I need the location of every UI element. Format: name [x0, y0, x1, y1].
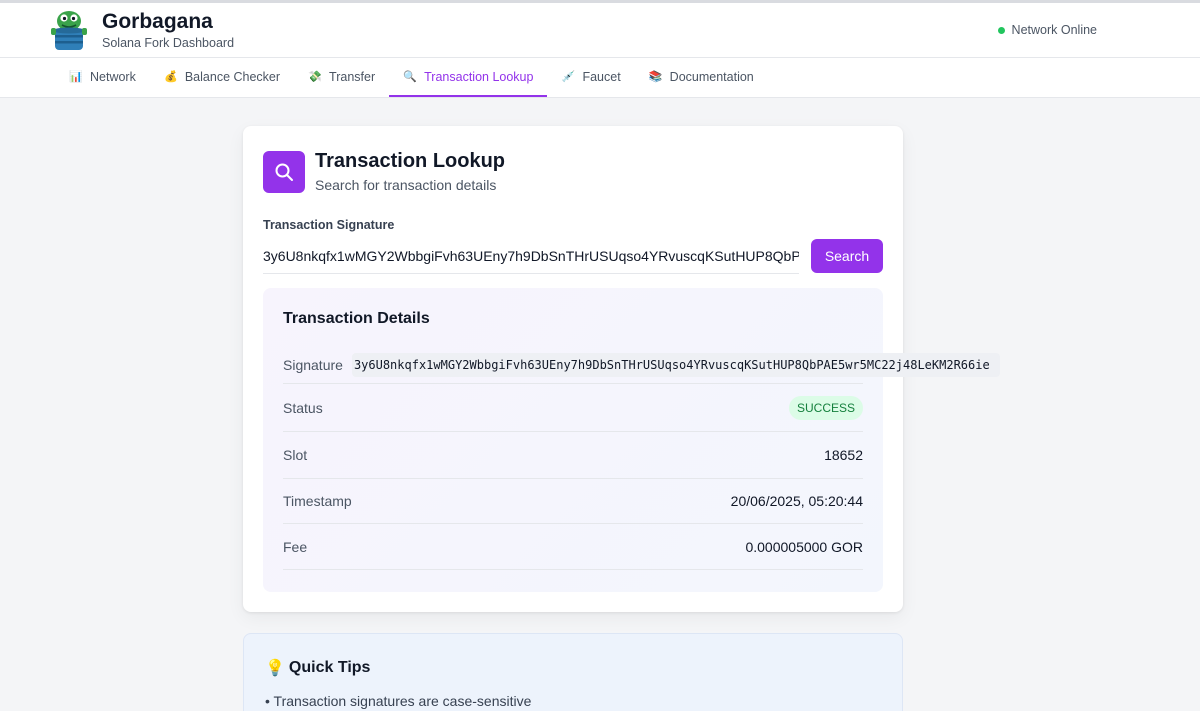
tab-transfer[interactable]: 💸 Transfer: [294, 58, 389, 97]
lightbulb-icon: 💡: [265, 660, 285, 677]
detail-key: Slot: [283, 447, 308, 463]
transaction-details-panel: Transaction Details Signature 3y6U8nkqfx…: [263, 288, 1000, 592]
fee-value: 0.000005000 GOR: [745, 538, 863, 555]
tab-balance-checker[interactable]: 💰 Balance Checker: [150, 58, 294, 97]
list-item: • Transaction signatures are case-sensit…: [265, 693, 532, 709]
money-bag-icon: 💰: [163, 71, 178, 83]
tab-faucet[interactable]: 💉 Faucet: [547, 58, 634, 97]
card-header: Transaction Lookup Search for transactio…: [263, 150, 883, 193]
tab-label: Balance Checker: [184, 69, 281, 84]
tab-network[interactable]: 📊 Network: [55, 58, 150, 97]
details-title: Transaction Details: [283, 310, 430, 327]
signature-field-label: Transaction Signature: [263, 218, 395, 232]
status-dot-icon: [997, 26, 1005, 34]
detail-row-fee: Fee 0.000005000 GOR: [283, 524, 863, 570]
status-badge: SUCCESS: [788, 395, 863, 420]
oscar-mascot-logo: [51, 11, 87, 50]
signature-input[interactable]: [263, 238, 799, 274]
detail-row-timestamp: Timestamp 20/06/2025, 05:20:44: [283, 479, 863, 524]
detail-key: Fee: [283, 538, 308, 555]
tab-transaction-lookup[interactable]: 🔍 Transaction Lookup: [389, 58, 548, 97]
card-subtitle: Search for transaction details: [315, 177, 497, 193]
slot-value: 18652: [824, 447, 863, 463]
money-wings-icon: 💸: [308, 71, 322, 83]
detail-key: Timestamp: [283, 493, 352, 509]
tab-label: Transfer: [329, 69, 376, 84]
search-icon: [275, 163, 293, 181]
app-header: Gorbagana Solana Fork Dashboard Network …: [0, 3, 1200, 58]
search-button[interactable]: Search: [811, 239, 883, 273]
main-tabs: 📊 Network 💰 Balance Checker 💸 Transfer 🔍…: [0, 58, 1200, 98]
books-icon: 📚: [648, 71, 663, 83]
magnifier-icon: 🔍: [403, 71, 417, 83]
tips-title: Quick Tips: [288, 659, 371, 676]
tips-heading: 💡 Quick Tips: [265, 658, 881, 678]
detail-key: Status: [283, 399, 323, 416]
network-status: Network Online: [997, 23, 1097, 37]
search-row: Search: [263, 238, 883, 274]
tab-documentation[interactable]: 📚 Documentation: [635, 58, 768, 97]
tab-label: Transaction Lookup: [424, 69, 534, 84]
app-subtitle: Solana Fork Dashboard: [102, 36, 235, 50]
detail-row-signature: Signature 3y6U8nkqfx1wMGY2WbbgiFvh63UEny…: [283, 346, 1000, 384]
card-title: Transaction Lookup: [315, 150, 506, 172]
tips-list: • Transaction signatures are case-sensit…: [265, 693, 881, 709]
syringe-icon: 💉: [561, 71, 576, 83]
brand[interactable]: Gorbagana Solana Fork Dashboard: [48, 8, 234, 52]
quick-tips-card: 💡 Quick Tips • Transaction signatures ar…: [243, 633, 903, 711]
tip-text: Transaction signatures are case-sensitiv…: [273, 693, 532, 709]
network-status-label: Network Online: [1011, 23, 1097, 37]
signature-value[interactable]: 3y6U8nkqfx1wMGY2WbbgiFvh63UEny7h9DbSnTHr…: [351, 352, 1000, 377]
timestamp-value: 20/06/2025, 05:20:44: [730, 493, 863, 509]
transaction-lookup-card: Transaction Lookup Search for transactio…: [243, 126, 1000, 612]
detail-key: Signature: [283, 356, 343, 373]
detail-row-status: Status SUCCESS: [283, 384, 863, 432]
app-title: Gorbagana: [102, 10, 213, 33]
tab-label: Network: [90, 69, 136, 84]
detail-row-slot: Slot 18652: [283, 432, 863, 479]
tab-label: Faucet: [582, 69, 621, 84]
tab-label: Documentation: [669, 69, 754, 84]
search-icon-box: [263, 150, 305, 193]
chart-icon: 📊: [69, 71, 83, 83]
